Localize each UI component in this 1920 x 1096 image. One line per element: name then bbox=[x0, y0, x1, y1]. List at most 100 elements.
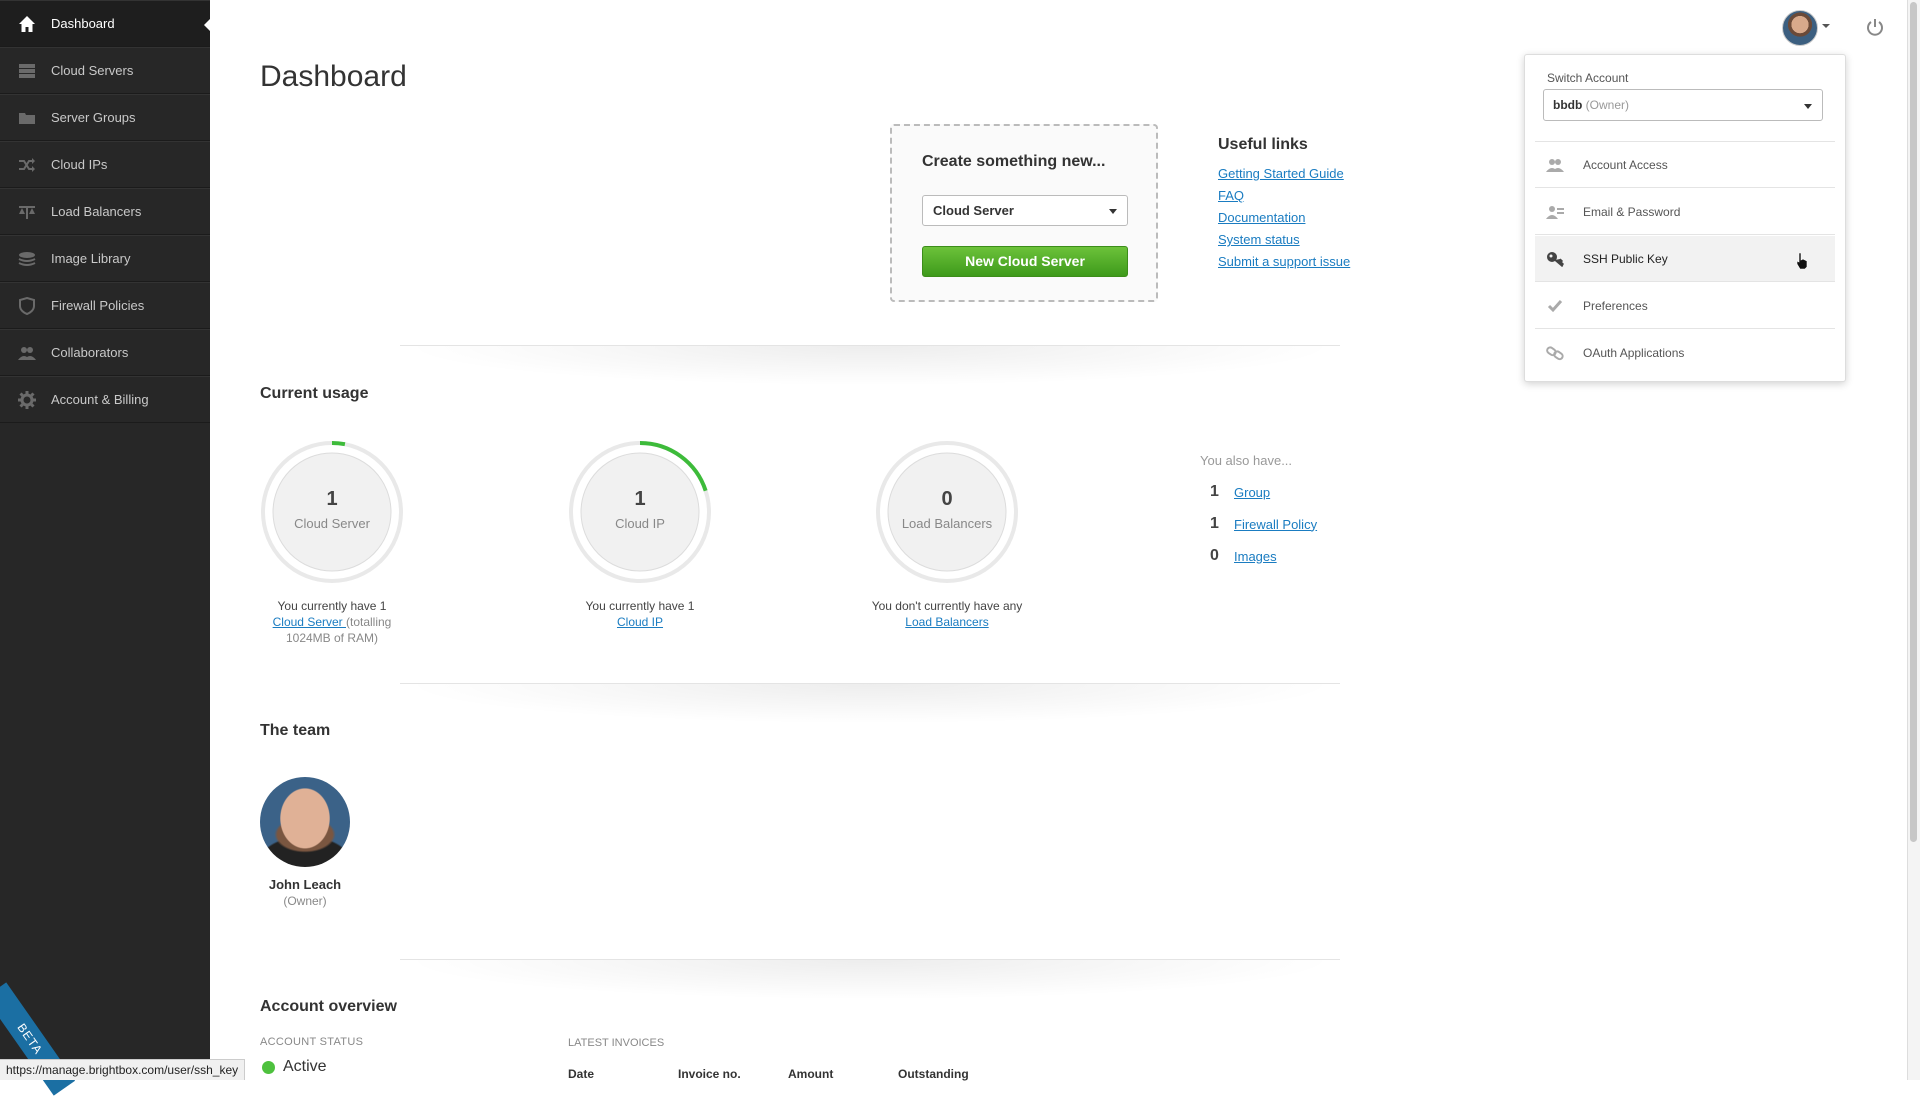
invoice-col-date: Date bbox=[568, 1067, 595, 1081]
sidebar-item-label: Collaborators bbox=[51, 345, 129, 360]
sidebar-item-label: Cloud IPs bbox=[51, 157, 108, 172]
layers-icon bbox=[17, 249, 37, 269]
sidebar: Dashboard Cloud Servers Server Groups Cl… bbox=[0, 0, 211, 1096]
usage-ring: 1 Cloud Server bbox=[260, 440, 404, 584]
sidebar-item-dashboard[interactable]: Dashboard bbox=[0, 0, 211, 47]
menu-item-label: Email & Password bbox=[1583, 204, 1681, 219]
create-type-select[interactable]: Cloud Server bbox=[922, 195, 1128, 226]
sidebar-item-cloud-ips[interactable]: Cloud IPs bbox=[0, 141, 210, 188]
new-cloud-server-button[interactable]: New Cloud Server bbox=[922, 246, 1128, 277]
status-bar-url: https://manage.brightbox.com/user/ssh_ke… bbox=[0, 1059, 246, 1080]
also-count: 0 bbox=[1210, 547, 1219, 564]
link-faq[interactable]: FAQ bbox=[1218, 188, 1350, 203]
folder-icon bbox=[17, 108, 37, 128]
usage-count: 0 bbox=[941, 488, 953, 510]
also-have-title: You also have... bbox=[1200, 453, 1293, 468]
usage-cloud-servers: 1 Cloud Server You currently have 1 Clou… bbox=[252, 440, 412, 646]
scrollbar-thumb[interactable] bbox=[1910, 2, 1917, 842]
useful-links: Useful links Getting Started Guide FAQ D… bbox=[1218, 136, 1350, 276]
member-name: John Leach bbox=[268, 877, 342, 892]
user-edit-icon bbox=[1545, 204, 1565, 220]
cloud-server-link[interactable]: Cloud Server bbox=[273, 615, 346, 629]
status-dot-icon bbox=[262, 1060, 275, 1074]
menu-item-account-access[interactable]: Account Access bbox=[1535, 142, 1835, 188]
gear-icon bbox=[17, 390, 37, 410]
usage-label: Load Balancers bbox=[901, 516, 993, 531]
usage-ring-graphic bbox=[569, 441, 711, 583]
balance-icon bbox=[17, 202, 37, 222]
account-status: Active bbox=[262, 1058, 327, 1076]
account-status-label: ACCOUNT STATUS bbox=[260, 1036, 364, 1048]
usage-description: You currently have 1 Cloud Server (total… bbox=[252, 598, 412, 646]
sidebar-item-server-groups[interactable]: Server Groups bbox=[0, 94, 210, 141]
menu-item-label: SSH Public Key bbox=[1583, 251, 1668, 266]
shuffle-icon bbox=[17, 155, 37, 175]
account-title: Account overview bbox=[260, 998, 397, 1015]
avatar bbox=[260, 777, 350, 867]
sidebar-item-account-billing[interactable]: Account & Billing bbox=[0, 376, 210, 423]
link-support-issue[interactable]: Submit a support issue bbox=[1218, 254, 1350, 269]
also-count: 1 bbox=[1210, 515, 1219, 532]
page-title: Dashboard bbox=[260, 60, 407, 93]
sidebar-item-label: Load Balancers bbox=[51, 204, 142, 219]
usage-desc-text: You currently have 1 bbox=[277, 599, 387, 613]
sidebar-item-cloud-servers[interactable]: Cloud Servers bbox=[0, 47, 210, 94]
sidebar-item-collaborators[interactable]: Collaborators bbox=[0, 329, 210, 376]
link-system-status[interactable]: System status bbox=[1218, 232, 1350, 247]
section-divider bbox=[400, 683, 1340, 724]
also-have-item: 1 Group bbox=[1200, 480, 1317, 504]
invoice-col-number: Invoice no. bbox=[678, 1067, 741, 1081]
group-link[interactable]: Group bbox=[1234, 485, 1270, 500]
link-icon bbox=[1545, 345, 1565, 361]
usage-desc-text: You don't currently have any bbox=[871, 599, 1023, 613]
create-panel: Create something new... Cloud Server New… bbox=[890, 124, 1158, 302]
useful-links-title: Useful links bbox=[1218, 136, 1308, 153]
usage-label: Cloud IP bbox=[615, 516, 665, 531]
cloud-ip-link[interactable]: Cloud IP bbox=[617, 615, 663, 629]
section-divider bbox=[400, 345, 1340, 386]
menu-item-preferences[interactable]: Preferences bbox=[1535, 283, 1835, 329]
sidebar-item-image-library[interactable]: Image Library bbox=[0, 235, 210, 282]
usage-label: Cloud Server bbox=[294, 516, 370, 531]
also-have-item: 0 Images bbox=[1200, 544, 1317, 568]
team-member[interactable]: John Leach (Owner) bbox=[260, 777, 350, 908]
server-stack-icon bbox=[17, 61, 37, 81]
chevron-down-icon bbox=[1804, 104, 1812, 109]
invoice-col-amount: Amount bbox=[788, 1067, 834, 1081]
load-balancers-link[interactable]: Load Balancers bbox=[905, 615, 988, 629]
sidebar-item-label: Dashboard bbox=[51, 16, 115, 31]
home-icon bbox=[17, 14, 37, 34]
team-title: The team bbox=[260, 722, 331, 739]
usage-desc-text: You currently have 1 bbox=[585, 599, 695, 613]
usage-description: You currently have 1 Cloud IP bbox=[560, 598, 720, 630]
sidebar-item-label: Server Groups bbox=[51, 110, 136, 125]
create-title: Create something new... bbox=[922, 153, 1106, 170]
usage-description: You don't currently have any Load Balanc… bbox=[867, 598, 1027, 630]
sidebar-item-label: Image Library bbox=[51, 251, 131, 266]
also-count: 1 bbox=[1210, 483, 1219, 500]
check-icon bbox=[1545, 298, 1565, 314]
switch-account-select[interactable]: bbdb (Owner) bbox=[1543, 89, 1823, 121]
menu-item-ssh-public-key[interactable]: SSH Public Key bbox=[1535, 236, 1835, 282]
account-name: bbdb bbox=[1553, 98, 1583, 112]
menu-item-oauth-applications[interactable]: OAuth Applications bbox=[1535, 330, 1835, 376]
menu-item-label: OAuth Applications bbox=[1583, 346, 1685, 360]
images-link[interactable]: Images bbox=[1234, 549, 1277, 564]
link-documentation[interactable]: Documentation bbox=[1218, 210, 1350, 225]
also-have-item: 1 Firewall Policy bbox=[1200, 512, 1317, 536]
sidebar-item-load-balancers[interactable]: Load Balancers bbox=[0, 188, 210, 235]
account-role: (Owner) bbox=[1585, 98, 1630, 112]
menu-item-email-password[interactable]: Email & Password bbox=[1535, 189, 1835, 235]
key-icon bbox=[1545, 251, 1565, 267]
member-role: (Owner) bbox=[283, 894, 327, 908]
sidebar-item-firewall-policies[interactable]: Firewall Policies bbox=[0, 282, 210, 329]
switch-account-label: Switch Account bbox=[1547, 71, 1629, 85]
section-divider bbox=[400, 959, 1340, 1000]
sidebar-item-label: Firewall Policies bbox=[51, 298, 145, 313]
usage-cloud-ips: 1 Cloud IP You currently have 1 Cloud IP bbox=[560, 440, 720, 630]
users-icon bbox=[17, 343, 37, 363]
firewall-policy-link[interactable]: Firewall Policy bbox=[1234, 517, 1317, 532]
usage-load-balancers: 0 Load Balancers You don't currently hav… bbox=[867, 440, 1027, 630]
invoices-label: LATEST INVOICES bbox=[568, 1037, 665, 1049]
link-getting-started[interactable]: Getting Started Guide bbox=[1218, 166, 1350, 181]
